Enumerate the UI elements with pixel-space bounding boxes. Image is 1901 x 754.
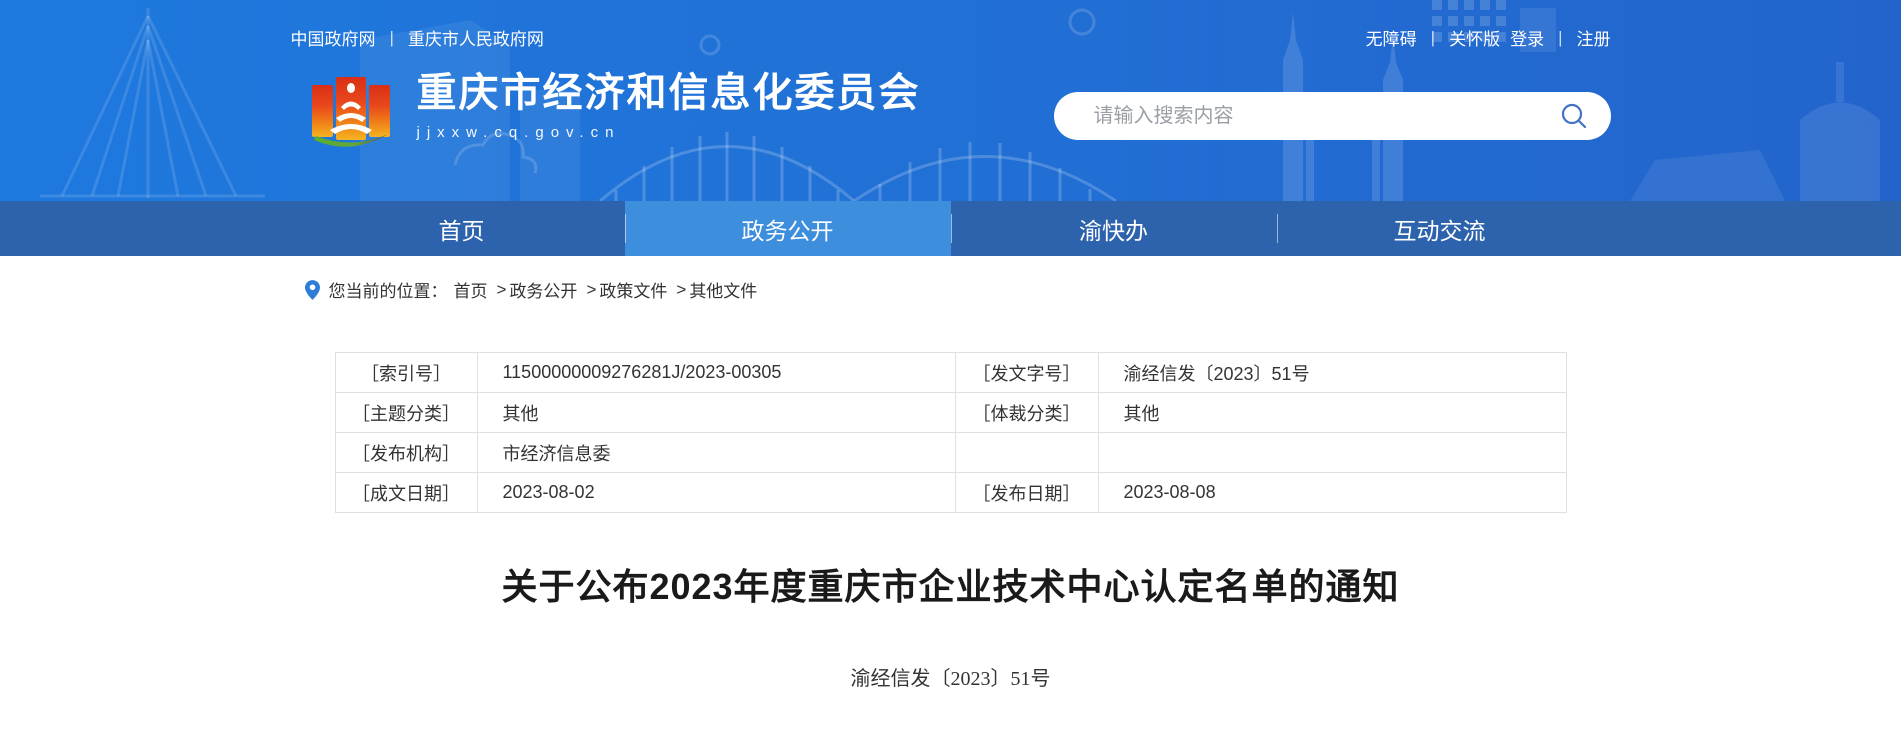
article-title: 关于公布2023年度重庆市企业技术中心认定名单的通知 [501, 566, 1400, 607]
table-row: ［发布机构］ 市经济信息委 [334, 432, 1567, 473]
meta-label-doc-no: ［发文字号］ [954, 352, 1099, 393]
meta-label-written-date: ［成文日期］ [334, 472, 478, 513]
site-logo-icon [311, 77, 390, 147]
table-row: ［成文日期］ 2023-08-02 ［发布日期］ 2023-08-08 [334, 472, 1567, 513]
site-header: 中国政府网 | 重庆市人民政府网 无障碍 | 关怀版 登录 | 注册 重庆市经济… [0, 0, 1901, 201]
search-box [1053, 92, 1611, 140]
dome-building-icon [1800, 62, 1880, 201]
gov-links: 中国政府网 | 重庆市人民政府网 [291, 25, 544, 50]
site-url: jjxxw.cq.gov.cn [416, 124, 621, 141]
breadcrumb-prefix: 您当前的位置： [328, 282, 448, 301]
meta-label-topic-category: ［主题分类］ [334, 392, 478, 433]
top-links-bar: 中国政府网 | 重庆市人民政府网 无障碍 | 关怀版 登录 | 注册 [291, 0, 1611, 50]
meta-label-index-no: ［索引号］ [334, 352, 478, 393]
link-cq-gov[interactable]: 重庆市人民政府网 [408, 25, 544, 50]
meta-value-publish-date: 2023-08-08 [1097, 472, 1567, 513]
table-row: ［主题分类］ 其他 ［体裁分类］ 其他 [334, 392, 1567, 433]
breadcrumb-other-files[interactable]: 其他文件 [689, 277, 757, 302]
search-input[interactable] [1053, 104, 1559, 128]
meta-value-genre-category: 其他 [1097, 392, 1567, 433]
document-number: 渝经信发〔2023〕51号 [850, 668, 1051, 690]
link-care-version[interactable]: 关怀版 [1449, 25, 1500, 50]
divider: | [1430, 27, 1436, 47]
theatre-silhouette-icon [1630, 150, 1785, 201]
nav-tab-yukuaiban[interactable]: 渝快办 [950, 201, 1277, 256]
breadcrumb-separator: > [496, 279, 507, 299]
breadcrumb-home[interactable]: 首页 [454, 277, 488, 302]
meta-value-index-no: 11500000009276281J/2023-00305 [476, 352, 956, 393]
nav-tab-gov-disclosure[interactable]: 政务公开 [624, 201, 951, 256]
document-meta-table: ［索引号］ 11500000009276281J/2023-00305 ［发文字… [334, 352, 1567, 513]
location-pin-icon [304, 279, 320, 300]
site-brand[interactable]: 重庆市经济和信息化委员会 jjxxw.cq.gov.cn [311, 70, 921, 154]
meta-value-issuing-agency: 市经济信息委 [476, 432, 956, 473]
search-icon[interactable] [1559, 101, 1589, 131]
link-register[interactable]: 注册 [1577, 25, 1611, 50]
account-links: 无障碍 | 关怀版 登录 | 注册 [1366, 25, 1611, 50]
meta-label-publish-date: ［发布日期］ [954, 472, 1099, 513]
main-nav: 首页 政务公开 渝快办 互动交流 [0, 201, 1901, 256]
link-china-gov[interactable]: 中国政府网 [291, 25, 376, 50]
link-login[interactable]: 登录 [1510, 25, 1544, 50]
meta-label-issuing-agency: ［发布机构］ [334, 432, 478, 473]
meta-value-topic-category: 其他 [476, 392, 956, 433]
breadcrumb-separator: > [676, 279, 687, 299]
cable-bridge-icon [40, 8, 265, 198]
link-accessibility[interactable]: 无障碍 [1366, 25, 1417, 50]
divider: | [389, 27, 394, 47]
breadcrumb-gov-disclosure[interactable]: 政务公开 [509, 277, 577, 302]
meta-value-doc-no: 渝经信发〔2023〕51号 [1097, 352, 1567, 393]
brand-text: 重庆市经济和信息化委员会 jjxxw.cq.gov.cn [417, 70, 921, 141]
meta-label-empty [954, 432, 1099, 473]
meta-value-empty [1097, 432, 1567, 473]
table-row: ［索引号］ 11500000009276281J/2023-00305 ［发文字… [334, 352, 1567, 393]
breadcrumb-separator: > [586, 279, 597, 299]
divider: | [1558, 27, 1563, 47]
meta-label-genre-category: ［体裁分类］ [954, 392, 1099, 433]
nav-tab-interaction[interactable]: 互动交流 [1276, 201, 1603, 256]
nav-tab-home[interactable]: 首页 [299, 201, 625, 256]
breadcrumb-policy-files[interactable]: 政策文件 [599, 277, 667, 302]
breadcrumb: 您当前的位置： 首页 > 政务公开 > 政策文件 > 其他文件 [304, 277, 1567, 302]
site-name: 重庆市经济和信息化委员会 [416, 71, 921, 115]
content-area: 您当前的位置： 首页 > 政务公开 > 政策文件 > 其他文件 ［索引号］ 11… [304, 256, 1567, 691]
meta-value-written-date: 2023-08-02 [476, 472, 956, 513]
